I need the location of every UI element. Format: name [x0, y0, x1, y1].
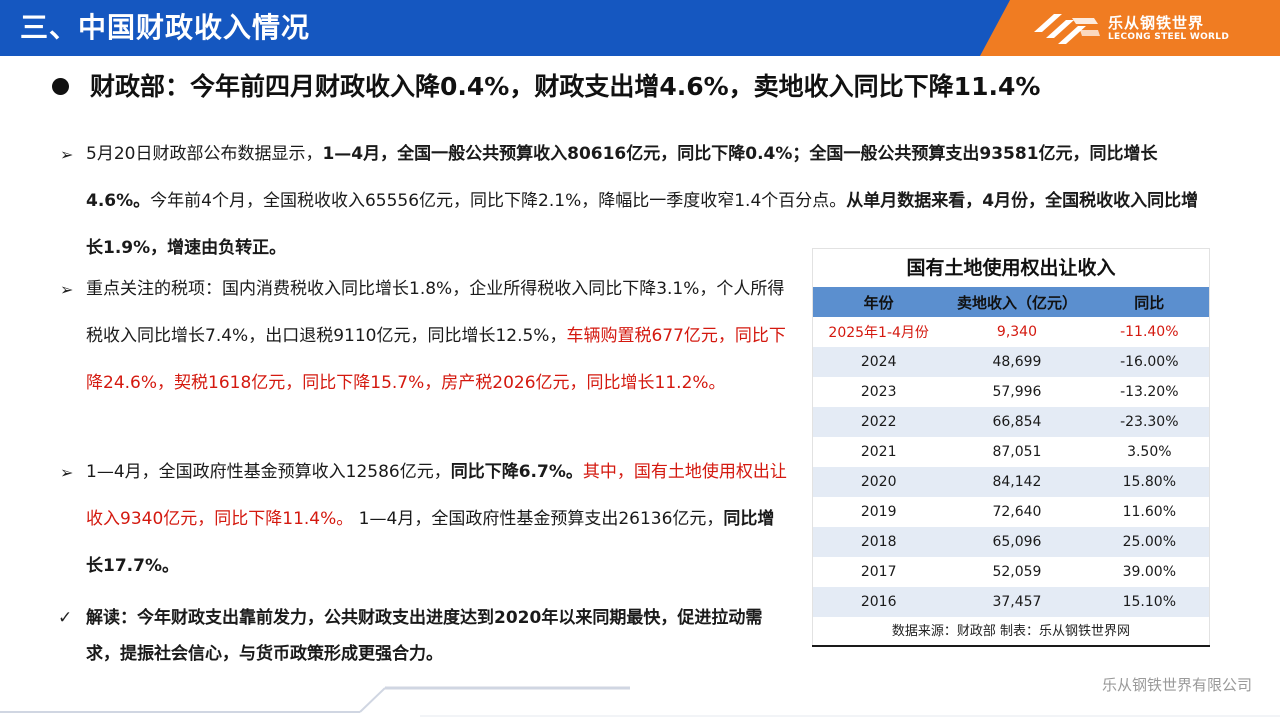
table-row: 2018 65,096 25.00% [813, 527, 1209, 557]
table-cell-yoy: 39.00% [1122, 564, 1176, 580]
table-cell-yoy: -16.00% [1120, 354, 1179, 370]
text-span: 1—4月，全国政府性基金预算收入12586亿元， [86, 462, 451, 482]
header-bar: 三、中国财政收入情况 乐从钢铁世界 LECONG STEEL WORLD [0, 0, 1280, 56]
section-title: 三、中国财政收入情况 [20, 11, 311, 44]
table-cell-revenue: 57,996 [992, 384, 1042, 400]
footer-decorative-lines [0, 686, 1280, 717]
table-row: 2019 72,640 11.60% [813, 497, 1209, 527]
table-cell-revenue: 65,096 [992, 534, 1042, 550]
table-row: 2016 37,457 15.10% [813, 587, 1209, 617]
table-row: 2025年1-4月份 9,340 -11.40% [813, 317, 1209, 347]
table-cell-yoy: 11.60% [1122, 504, 1176, 520]
table-row: 2017 52,059 39.00% [813, 557, 1209, 587]
table-cell-yoy: -11.40% [1120, 324, 1179, 340]
table-source-note: 数据来源：财政部 制表：乐从钢铁世界网 [891, 624, 1131, 639]
table-title: 国有土地使用权出让收入 [906, 257, 1116, 279]
land-revenue-table: 国有土地使用权出让收入 年份 卖地收入（亿元） 同比 2025年1-4月份 9,… [812, 248, 1210, 646]
table-cell-year: 2017 [860, 564, 897, 580]
table-cell-revenue: 72,640 [992, 504, 1042, 520]
table-cell-year: 2019 [860, 504, 897, 520]
conclusion: ✓ 解读：今年财政支出靠前发力，公共财政支出进度达到2020年以来同期最快，促进… [58, 600, 790, 672]
headline-text: 财政部：今年前四月财政收入降0.4%，财政支出增4.6%，卖地收入同比下降11.… [90, 72, 1041, 101]
table-cell-revenue: 37,457 [992, 594, 1042, 610]
table-row: 2021 87,051 3.50% [813, 437, 1209, 467]
table-row: 2020 84,142 15.80% [813, 467, 1209, 497]
text-span: 今年前4个月，全国税收收入65556亿元，同比下降2.1%，降幅比一季度收窄1.… [150, 191, 847, 211]
text-span: 5月20日财政部公布数据显示， [86, 144, 323, 164]
table-header-row: 年份 卖地收入（亿元） 同比 [813, 287, 1209, 317]
table-cell-yoy: -23.30% [1120, 414, 1179, 430]
table-row: 2022 66,854 -23.30% [813, 407, 1209, 437]
check-mark-icon: ✓ [58, 608, 73, 628]
table-header-yoy: 同比 [1134, 293, 1165, 312]
table-cell-yoy: 3.50% [1127, 444, 1172, 460]
table-cell-year: 2018 [860, 534, 897, 550]
table-cell-revenue: 48,699 [992, 354, 1042, 370]
arrow-bullet-icon: ➢ [60, 463, 74, 482]
table-cell-year: 2023 [860, 384, 897, 400]
logo-panel: 乐从钢铁世界 LECONG STEEL WORLD [980, 0, 1280, 56]
paragraph-content: 1—4月，全国政府性基金预算收入12586亿元，同比下降6.7%。其中，国有土地… [86, 449, 790, 590]
conclusion-text: 解读：今年财政支出靠前发力，公共财政支出进度达到2020年以来同期最快，促进拉动… [86, 608, 763, 664]
table-cell-year: 2024 [860, 354, 897, 370]
paragraph-content: 重点关注的税项：国内消费税收入同比增长1.8%，企业所得税收入同比下降3.1%，… [86, 266, 790, 407]
table-row: 2024 48,699 -16.00% [813, 347, 1209, 377]
table-cell-revenue: 87,051 [992, 444, 1042, 460]
table-cell-year: 2022 [860, 414, 897, 430]
table-cell-year: 2020 [860, 474, 897, 490]
table-row: 2023 57,996 -13.20% [813, 377, 1209, 407]
table-cell-revenue: 52,059 [992, 564, 1042, 580]
table-cell-yoy: 25.00% [1122, 534, 1176, 550]
footer-company-name: 乐从钢铁世界有限公司 [1101, 676, 1252, 694]
paragraph-tax-items: ➢ 重点关注的税项：国内消费税收入同比增长1.8%，企业所得税收入同比下降3.1… [60, 266, 790, 407]
table-header-revenue: 卖地收入（亿元） [956, 293, 1077, 312]
table-cell-revenue: 84,142 [992, 474, 1042, 490]
table-header-year: 年份 [863, 293, 894, 312]
table-cell-revenue: 9,340 [996, 324, 1038, 340]
paragraph-fund-budget: ➢ 1—4月，全国政府性基金预算收入12586亿元，同比下降6.7%。其中，国有… [60, 449, 790, 590]
text-span: 1—4月，全国政府性基金预算支出26136亿元， [353, 509, 724, 529]
logo-text-en: LECONG STEEL WORLD [1108, 32, 1230, 42]
table-cell-yoy: -13.20% [1120, 384, 1179, 400]
arrow-bullet-icon: ➢ [60, 280, 74, 299]
table-cell-year: 2021 [860, 444, 897, 460]
table-cell-yoy: 15.10% [1122, 594, 1176, 610]
arrow-bullet-icon: ➢ [60, 145, 74, 164]
lecong-logo-icon [1034, 14, 1100, 44]
table-cell-yoy: 15.80% [1122, 474, 1176, 490]
table-cell-year: 2016 [860, 594, 897, 610]
table-cell-year: 2025年1-4月份 [828, 325, 929, 341]
table-bottom-rule [812, 645, 1210, 647]
table-cell-revenue: 66,854 [992, 414, 1042, 430]
text-span-bold: 同比下降6.7%。 [450, 462, 583, 482]
logo-text-cn: 乐从钢铁世界 [1108, 14, 1205, 32]
bullet-dot-icon [52, 78, 69, 95]
